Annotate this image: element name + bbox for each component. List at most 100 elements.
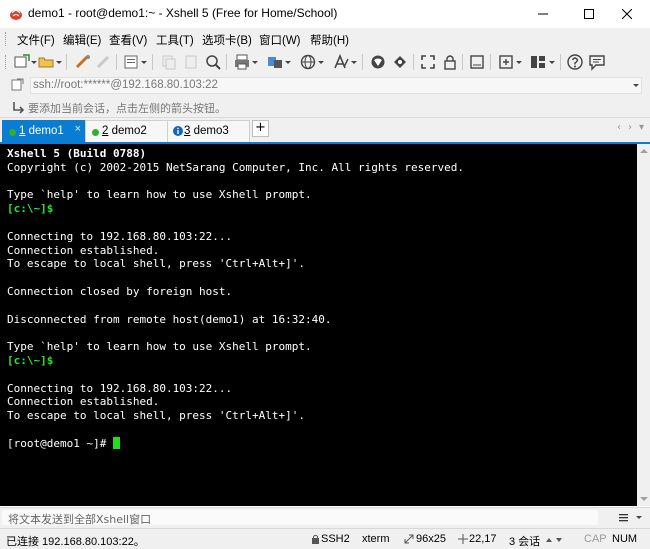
terminal-text: [root@demo1 ~]# xyxy=(7,436,113,450)
print-icon[interactable] xyxy=(233,53,251,71)
terminal-line: Copyright (c) 2002-2015 NetSarang Comput… xyxy=(7,161,464,175)
help-icon[interactable] xyxy=(566,53,584,71)
globe-icon[interactable] xyxy=(299,53,317,71)
status-caps-lock: CAP xyxy=(584,533,607,545)
menu-file[interactable]: 文件(F) xyxy=(17,32,55,48)
find-icon[interactable] xyxy=(204,53,222,71)
terminal-text: Connecting to 192.168.80.103:22... xyxy=(7,381,233,395)
status-terminal-type: xterm xyxy=(362,533,390,545)
tab-demo2[interactable]: 2 demo2 xyxy=(85,120,168,142)
status-protocol: SSH2 xyxy=(321,533,350,545)
new-tab-dropdown[interactable] xyxy=(516,61,522,64)
tab-demo1[interactable]: 1 demo1 × xyxy=(2,120,86,142)
toolbar-separator xyxy=(226,54,227,70)
send-dropdown[interactable] xyxy=(636,516,642,519)
terminal-scrollbar[interactable] xyxy=(637,144,650,506)
terminal-line: [c:\~]$ xyxy=(7,202,464,216)
tab-close-icon[interactable]: × xyxy=(75,123,81,135)
terminal-text: Type `help' to learn how to use Xshell p… xyxy=(7,188,312,202)
terminal-line: [root@demo1 ~]# xyxy=(7,436,464,451)
font-icon[interactable] xyxy=(332,53,350,71)
fullscreen-icon[interactable] xyxy=(419,53,437,71)
new-session-icon[interactable] xyxy=(13,53,31,71)
address-dropdown[interactable] xyxy=(633,84,639,87)
tab-demo3[interactable]: 3 demo3 xyxy=(167,120,250,142)
info-badge-icon xyxy=(173,126,183,136)
reconnect-icon[interactable] xyxy=(74,53,92,71)
minimize-button[interactable] xyxy=(520,0,566,28)
send-menu-icon[interactable] xyxy=(619,513,628,522)
title-bar: demo1 - root@demo1:~ - Xshell 5 (Free fo… xyxy=(0,0,650,28)
terminal-line: Connection established. xyxy=(7,244,464,258)
open-folder-icon[interactable] xyxy=(37,53,55,71)
close-button[interactable] xyxy=(604,0,650,28)
toolbar xyxy=(0,50,650,76)
maximize-icon xyxy=(584,9,594,19)
open-dropdown[interactable] xyxy=(56,61,62,64)
xftp-icon[interactable] xyxy=(369,53,387,71)
terminal-text: Disconnected from remote host(demo1) at … xyxy=(7,312,332,326)
terminal-text: Connection established. xyxy=(7,395,160,409)
connected-dot xyxy=(92,129,99,136)
tab-scroll-right-icon[interactable]: › xyxy=(628,122,632,133)
terminal-line: Connecting to 192.168.80.103:22... xyxy=(7,382,464,396)
tab-list-icon[interactable]: ▾ xyxy=(639,122,644,133)
address-input[interactable]: ssh://root:******@192.168.80.103:22 xyxy=(30,77,642,94)
connected-dot xyxy=(9,129,16,136)
terminal-text: Connection established. xyxy=(7,243,160,257)
properties-dropdown[interactable] xyxy=(141,61,147,64)
menu-help[interactable]: 帮助(H) xyxy=(310,32,349,48)
print-dropdown[interactable] xyxy=(252,61,258,64)
status-bar: 已连接 192.168.80.103:22。 SSH2 xterm 96x25 … xyxy=(0,528,650,549)
terminal-text: Copyright (c) 2002-2015 NetSarang Comput… xyxy=(7,160,464,174)
sessions-up-icon[interactable] xyxy=(546,538,552,542)
status-size: 96x25 xyxy=(416,533,446,545)
compose-icon[interactable] xyxy=(468,53,486,71)
terminal-line: [c:\~]$ xyxy=(7,354,464,368)
menu-bar: 文件(F) 编辑(E) 查看(V) 工具(T) 选项卡(B) 窗口(W) 帮助(… xyxy=(0,28,650,50)
layout-dropdown[interactable] xyxy=(549,61,555,64)
toolbar-separator xyxy=(362,54,363,70)
properties-icon[interactable] xyxy=(122,53,140,71)
scroll-up-icon[interactable] xyxy=(640,149,648,153)
lock-icon[interactable] xyxy=(441,53,459,71)
add-session-arrow-icon[interactable] xyxy=(11,100,25,114)
send-text-input[interactable]: 将文本发送到全部Xshell窗口 xyxy=(2,510,598,526)
terminal-line: Xshell 5 (Build 0788) xyxy=(7,147,464,161)
globe-dropdown[interactable] xyxy=(318,61,324,64)
new-tab-icon[interactable] xyxy=(497,53,515,71)
terminal-line: Type `help' to learn how to use Xshell p… xyxy=(7,340,464,354)
menu-tools[interactable]: 工具(T) xyxy=(156,32,194,48)
font-dropdown[interactable] xyxy=(351,61,357,64)
toolbar-separator xyxy=(462,54,463,70)
terminal-area[interactable]: Xshell 5 (Build 0788) Copyright (c) 2002-… xyxy=(0,144,637,506)
toolbar-grip xyxy=(5,55,8,69)
toolbar-separator xyxy=(66,54,67,70)
menu-view[interactable]: 查看(V) xyxy=(109,32,147,48)
terminal-text: Connection closed by foreign host. xyxy=(7,284,233,298)
menu-grip xyxy=(5,32,8,46)
add-tab-button[interactable]: + xyxy=(252,120,269,137)
terminal-prompt: [c:\~]$ xyxy=(7,353,54,367)
scroll-down-icon[interactable] xyxy=(640,497,648,501)
menu-tabs[interactable]: 选项卡(B) xyxy=(202,32,252,48)
transfer-icon[interactable] xyxy=(266,53,284,71)
menu-window[interactable]: 窗口(W) xyxy=(259,32,301,48)
copy-icon xyxy=(162,55,176,70)
transfer-dropdown[interactable] xyxy=(285,61,291,64)
script-icon[interactable] xyxy=(391,53,409,71)
sessions-down-icon[interactable] xyxy=(556,538,562,542)
tab-label: 2 demo2 xyxy=(102,125,147,137)
tab-scroll-left-icon[interactable]: ‹ xyxy=(617,122,621,133)
terminal-line: Connecting to 192.168.80.103:22... xyxy=(7,230,464,244)
terminal-text: To escape to local shell, press 'Ctrl+Al… xyxy=(7,257,306,271)
chat-icon[interactable] xyxy=(588,53,606,71)
menu-edit[interactable]: 编辑(E) xyxy=(63,32,101,48)
status-sessions: 3 会话 xyxy=(509,536,541,548)
layout-icon[interactable] xyxy=(529,53,547,71)
